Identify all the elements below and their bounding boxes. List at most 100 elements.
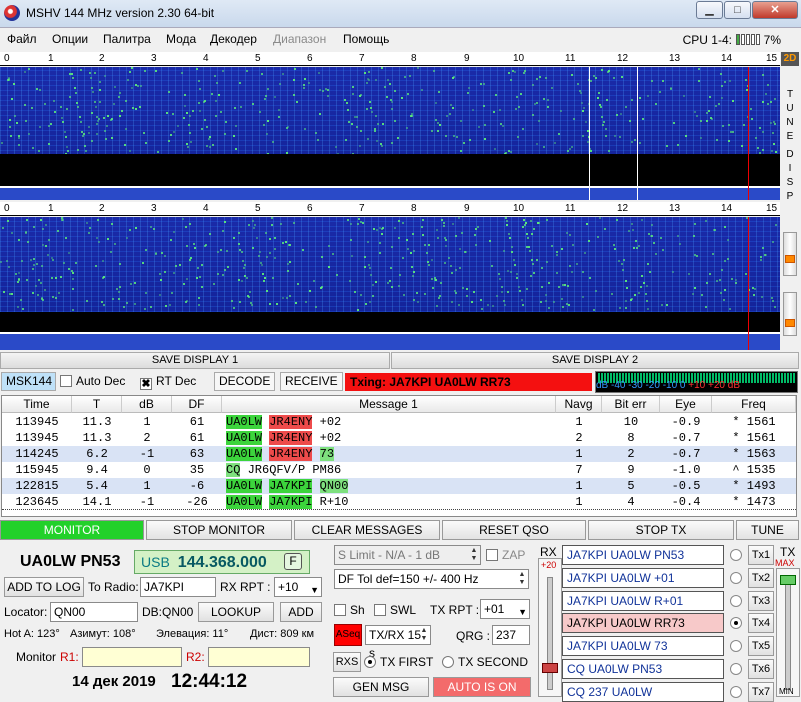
tx1-button[interactable]: Tx1 — [748, 545, 774, 565]
current-date: 14 дек 2019 — [72, 673, 156, 690]
col-freq[interactable]: Freq — [712, 396, 796, 413]
ruler2-tick: 9 — [464, 203, 470, 214]
tx-select-radio-6[interactable] — [730, 663, 742, 675]
tx-message-6[interactable]: CQ UA0LW PN53 — [562, 659, 724, 679]
rx-gain-slider[interactable]: +20 — [538, 558, 562, 697]
save-display-2-button[interactable]: SAVE DISPLAY 2 — [391, 352, 799, 369]
col-eye[interactable]: Eye — [660, 396, 712, 413]
col-db[interactable]: dB — [122, 396, 172, 413]
rxs-button[interactable]: RXS — [333, 652, 361, 672]
add-button[interactable]: ADD — [280, 602, 322, 622]
swl-checkbox[interactable]: SWL — [374, 603, 416, 617]
tx-second-radio[interactable]: TX SECOND — [442, 655, 528, 669]
tx-message-3[interactable]: JA7KPI UA0LW R+01 — [562, 590, 724, 611]
cell-t: 5.4 — [86, 479, 108, 493]
col-df[interactable]: DF — [172, 396, 222, 413]
save-display-1-button[interactable]: SAVE DISPLAY 1 — [0, 352, 390, 369]
txing-status: Txing: JA7KPI UA0LW RR73 — [345, 373, 592, 391]
close-button[interactable]: ✕ — [752, 1, 798, 19]
cell-t: 14.1 — [82, 495, 112, 509]
tx5-button[interactable]: Tx5 — [748, 636, 774, 657]
tx-max-label: MAX — [775, 558, 795, 568]
tune-label: TUNE — [786, 89, 794, 142]
aseq-button[interactable]: ASeq — [334, 624, 362, 646]
menu-options[interactable]: Опции — [52, 32, 88, 46]
f-button[interactable]: F — [284, 553, 302, 570]
stop-tx-button[interactable]: STOP TX — [588, 520, 734, 540]
decode-button[interactable]: DECODE — [214, 372, 276, 391]
clear-messages-button[interactable]: CLEAR MESSAGES — [294, 520, 440, 540]
tx-select-radio-3[interactable] — [730, 594, 742, 607]
brightness-slider[interactable] — [783, 292, 797, 336]
menu-decoder[interactable]: Декодер — [210, 32, 257, 46]
auto-dec-checkbox[interactable]: Auto Dec — [60, 374, 125, 388]
waterfall-display-2[interactable] — [0, 217, 780, 312]
auto-is-on-button[interactable]: AUTO IS ON — [433, 677, 531, 697]
table-row[interactable]: 123645 14.1 -1 -26 1 4 -0.4 * 1473 UA0LW JA7KPI … — [2, 494, 796, 510]
menu-help[interactable]: Помощь — [343, 32, 389, 46]
table-row[interactable]: 115945 9.4 0 35 7 9 -1.0 ^ 1535 CQ JR6QFV/P PM86 — [2, 462, 796, 478]
tx-level-slider[interactable]: MIN — [776, 568, 800, 697]
qrg-input[interactable]: 237 — [492, 625, 530, 645]
tx-select-radio-1[interactable] — [730, 549, 742, 561]
rt-dec-checkbox[interactable]: ✖ RT Dec — [140, 374, 196, 390]
tx6-button[interactable]: Tx6 — [748, 659, 774, 679]
txrx-period-select[interactable]: TX/RX 15 s ▲ ▼ — [365, 625, 431, 660]
r2-input[interactable] — [208, 647, 310, 667]
frequency-value: 144.368.000 — [177, 554, 267, 571]
tx-message-4[interactable]: JA7KPI UA0LW RR73 — [562, 613, 724, 634]
2d-toggle-button[interactable]: 2D — [781, 52, 799, 66]
tx-select-radio-4[interactable] — [730, 617, 742, 630]
tx2-button[interactable]: Tx2 — [748, 567, 774, 588]
r1-input[interactable] — [82, 647, 182, 667]
cell-biterr: 8 — [627, 431, 635, 445]
mode-indicator[interactable]: MSK144 — [1, 372, 56, 391]
col-navg[interactable]: Navg — [556, 396, 602, 413]
tx-message-2[interactable]: JA7KPI UA0LW +01 — [562, 567, 724, 588]
receive-button[interactable]: RECEIVE — [280, 372, 343, 391]
locator-input[interactable]: QN00 — [50, 602, 138, 622]
menu-file[interactable]: Файл — [7, 32, 37, 46]
gen-msg-button[interactable]: GEN MSG — [333, 677, 429, 697]
s-limit-select[interactable]: S Limit - N/A - 1 dB ▲ ▼ — [334, 545, 481, 565]
table-row[interactable]: 113945 11.3 1 61 1 10 -0.9 * 1561 UA0LW JR4ENY +… — [2, 414, 796, 430]
tune-button[interactable]: TUNE — [736, 520, 799, 540]
table-row[interactable]: 122815 5.4 1 -6 1 5 -0.5 * 1493 UA0LW JA7KPI QN0… — [2, 478, 796, 494]
zap-checkbox[interactable]: ZAP — [486, 548, 525, 562]
rx-rpt-select[interactable]: +10 ▼ — [274, 577, 322, 597]
minimize-button[interactable]: ▁ — [696, 1, 723, 19]
col-message[interactable]: Message 1 — [222, 396, 556, 413]
lookup-button[interactable]: LOOKUP — [198, 602, 274, 622]
menu-palette[interactable]: Палитра — [103, 32, 151, 46]
menu-mode[interactable]: Мода — [166, 32, 196, 46]
df-tol-select[interactable]: DF Tol def=150 +/- 400 Hz ▲ ▼ — [334, 569, 529, 589]
monitor-button[interactable]: MONITOR — [0, 520, 144, 540]
table-row[interactable]: 114245 6.2 -1 63 1 2 -0.7 * 1563 UA0LW JR4ENY 73 — [2, 446, 796, 462]
tx-first-radio[interactable]: TX FIRST — [364, 655, 433, 669]
tx-select-radio-7[interactable] — [730, 685, 742, 698]
tx-message-5[interactable]: JA7KPI UA0LW 73 — [562, 636, 724, 657]
sh-checkbox[interactable]: Sh — [334, 603, 365, 617]
tx3-button[interactable]: Tx3 — [748, 590, 774, 611]
maximize-button[interactable]: □ — [724, 1, 751, 19]
tx-select-radio-5[interactable] — [730, 640, 742, 653]
col-time[interactable]: Time — [2, 396, 72, 413]
ruler2-tick: 7 — [359, 203, 365, 214]
msg-call-from: JR4ENY — [269, 431, 313, 445]
tx7-button[interactable]: Tx7 — [748, 681, 774, 702]
tx-message-1[interactable]: JA7KPI UA0LW PN53 — [562, 545, 724, 565]
tx-rpt-select[interactable]: +01 ▼ — [480, 599, 530, 619]
tx-select-radio-2[interactable] — [730, 571, 742, 584]
col-t[interactable]: T — [72, 396, 122, 413]
to-radio-input[interactable]: JA7KPI — [140, 577, 216, 597]
tx-message-7[interactable]: CQ 237 UA0LW — [562, 681, 724, 702]
msg-call-to: UA0LW — [226, 447, 263, 461]
contrast-slider[interactable] — [783, 232, 797, 276]
radio-mode: USB — [141, 554, 170, 570]
table-row[interactable]: 113945 11.3 2 61 2 8 -0.7 * 1561 UA0LW JR4ENY +0… — [2, 430, 796, 446]
reset-qso-button[interactable]: RESET QSO — [442, 520, 586, 540]
tx4-button[interactable]: Tx4 — [748, 613, 774, 634]
col-biterr[interactable]: Bit err — [602, 396, 660, 413]
stop-monitor-button[interactable]: STOP MONITOR — [146, 520, 292, 540]
add-to-log-button[interactable]: ADD TO LOG — [4, 577, 84, 597]
